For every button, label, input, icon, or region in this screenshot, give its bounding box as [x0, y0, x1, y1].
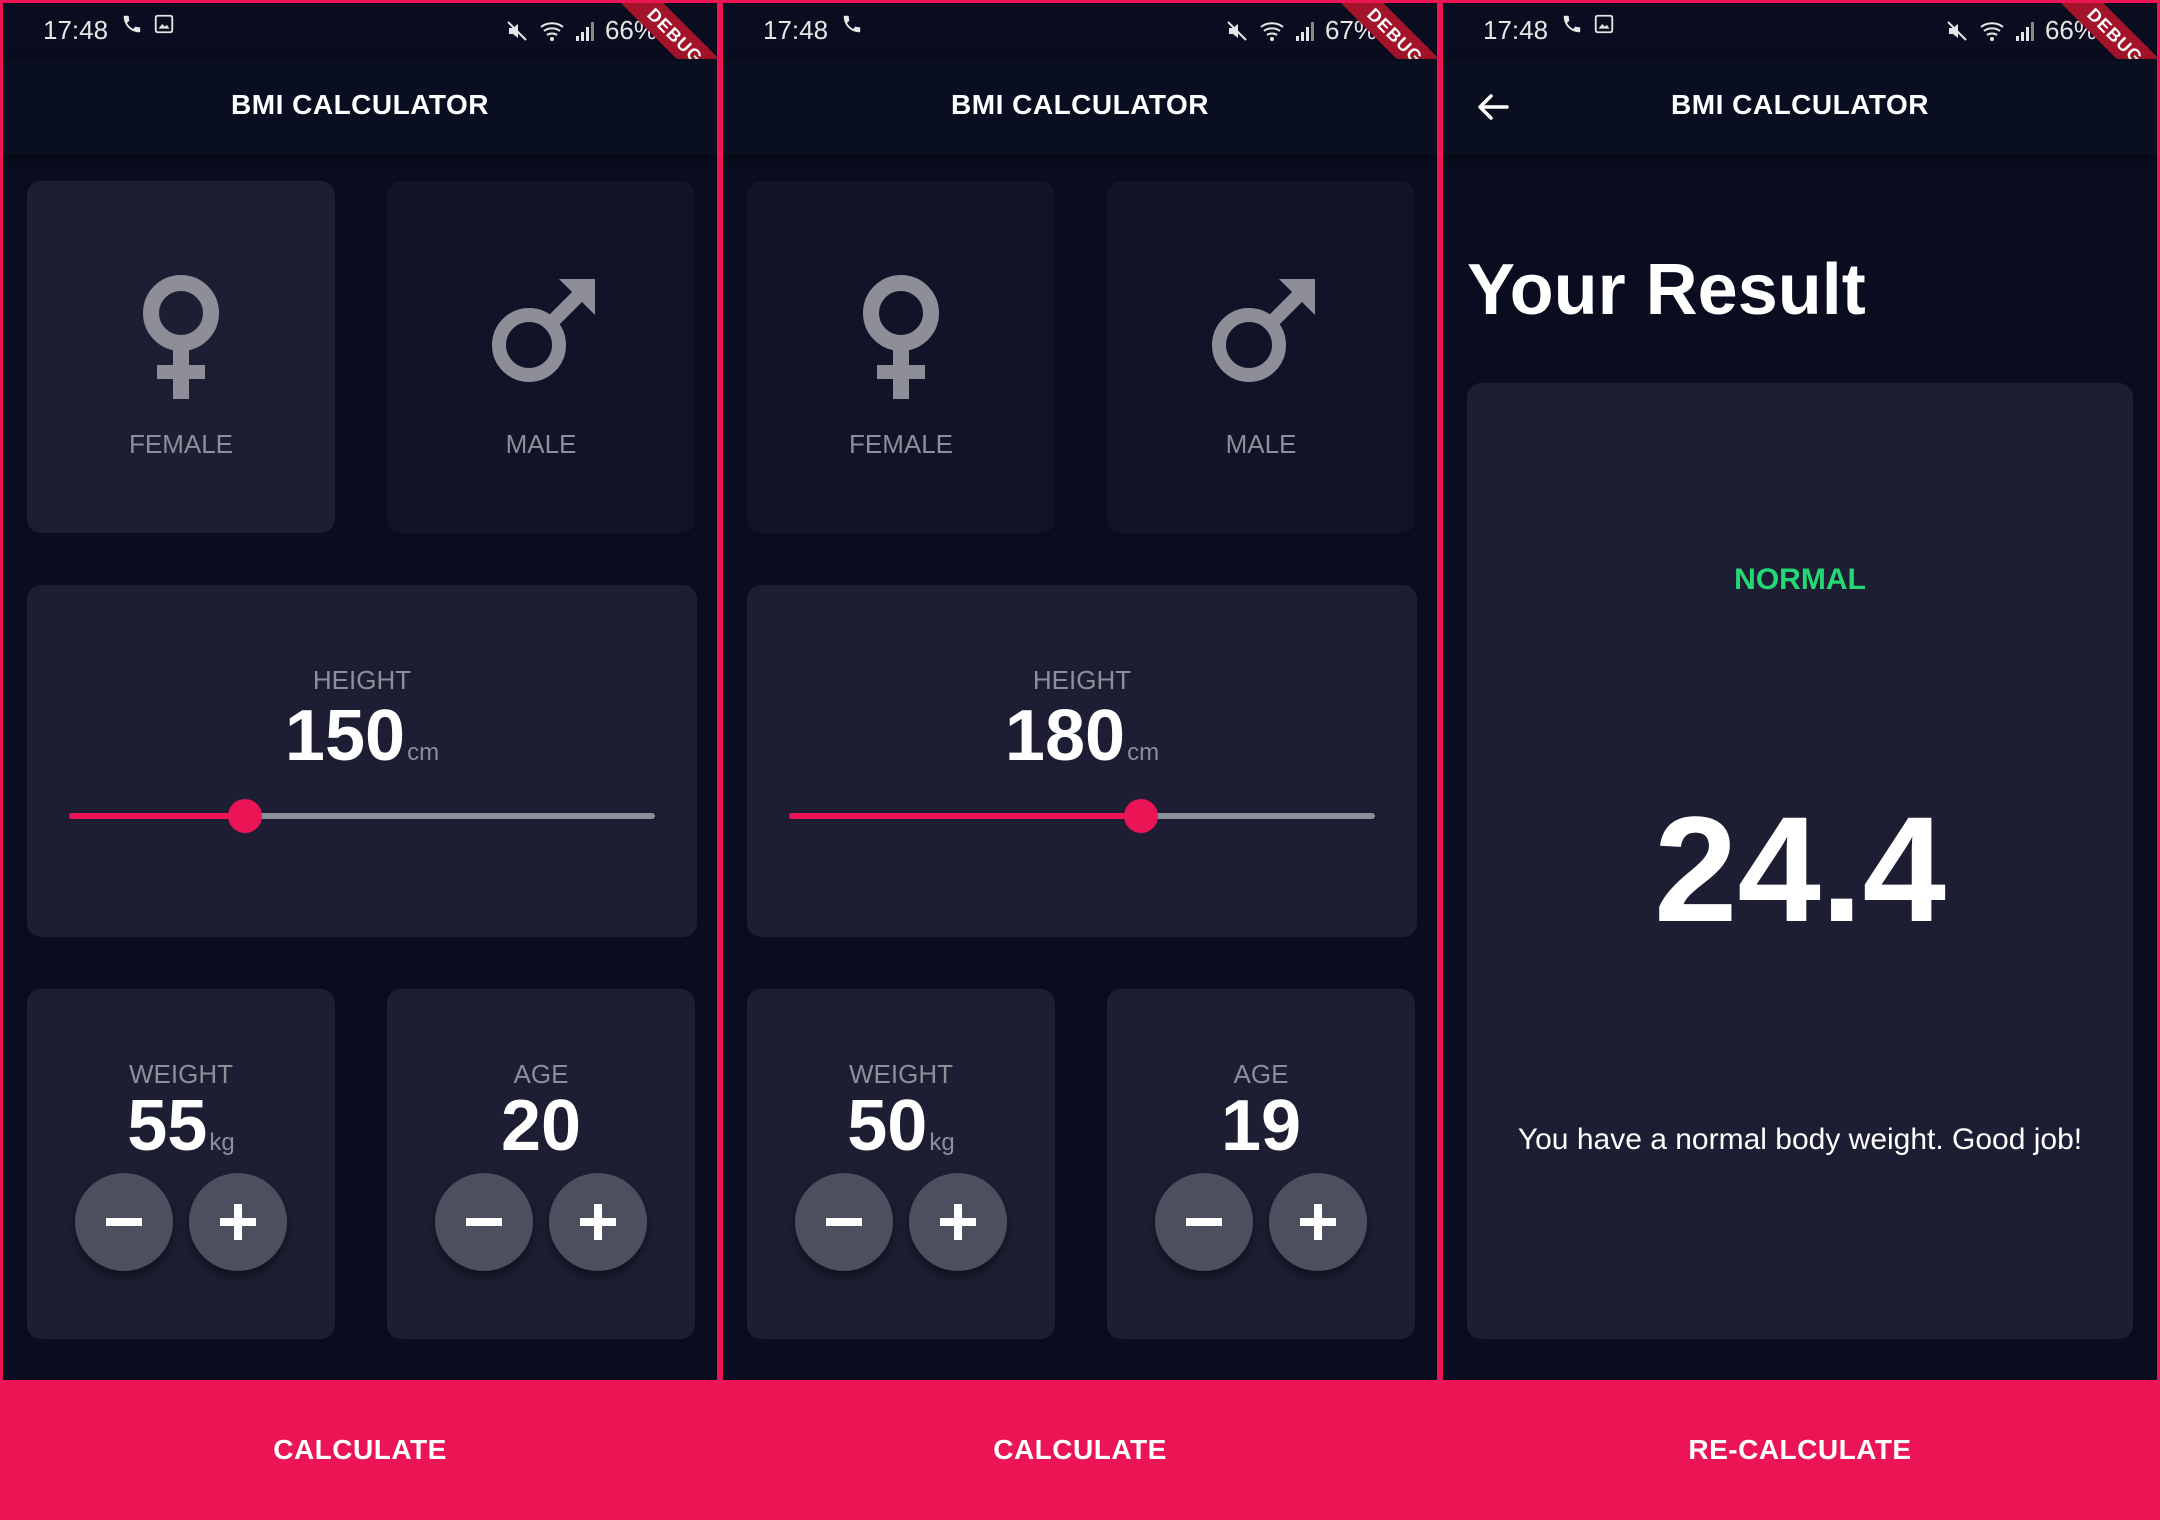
height-label: HEIGHT [1032, 665, 1132, 695]
app-bar: BMI CALCULATOR [3, 59, 717, 155]
screen-input-2: 17:48 67% DEBUG BMI CALCULATOR FEMALE MA… [720, 0, 1440, 1520]
plus-icon [1300, 1204, 1336, 1240]
mute-icon [507, 20, 527, 41]
female-icon [863, 275, 939, 399]
age-minus-button[interactable] [1155, 1173, 1253, 1271]
minus-icon [826, 1218, 862, 1226]
image-icon [154, 14, 174, 34]
signal-icon [1295, 21, 1314, 41]
height-value: 180 [1004, 696, 1126, 776]
wifi-icon [1980, 21, 2004, 41]
age-value: 19 [1220, 1086, 1302, 1166]
app-title: BMI CALCULATOR [231, 89, 489, 120]
male-card[interactable]: MALE [1107, 181, 1415, 533]
weight-unit: kg [929, 1129, 955, 1156]
status-time: 17:48 [1483, 15, 1549, 45]
height-card: HEIGHT 150cm [27, 585, 697, 937]
status-bar: 17:48 67% [723, 3, 1437, 59]
weight-unit: kg [209, 1129, 235, 1156]
signal-icon [575, 21, 594, 41]
image-icon [1594, 14, 1614, 34]
phone-icon [843, 15, 861, 33]
female-icon [143, 275, 219, 399]
male-icon [492, 279, 595, 382]
male-label: MALE [505, 429, 577, 459]
mute-icon [1947, 20, 1967, 41]
wifi-icon [540, 21, 564, 41]
age-value: 20 [500, 1086, 582, 1166]
age-card: AGE 19 [1107, 989, 1415, 1339]
mute-icon [1227, 20, 1247, 41]
status-bar: 17:48 66% [1443, 3, 2157, 59]
minus-icon [466, 1218, 502, 1226]
calculate-button[interactable]: CALCULATE [723, 1380, 1437, 1520]
height-unit: cm [1127, 739, 1160, 766]
plus-icon [580, 1204, 616, 1240]
height-slider-thumb[interactable] [227, 799, 262, 833]
result-card: NORMAL 24.4 You have a normal body weigh… [1467, 383, 2133, 1339]
signal-icon [2015, 21, 2034, 41]
male-icon [1212, 279, 1315, 382]
weight-value: 50 [847, 1086, 928, 1166]
phone-icon [1563, 15, 1581, 33]
weight-plus-button[interactable] [189, 1173, 287, 1271]
app-bar: BMI CALCULATOR [1443, 59, 2157, 155]
bmi-value: 24.4 [1654, 785, 1946, 953]
height-slider[interactable] [69, 799, 655, 833]
male-label: MALE [1225, 429, 1297, 459]
app-title: BMI CALCULATOR [1671, 89, 1929, 120]
result-message: You have a normal body weight. Good job! [1517, 1123, 2083, 1156]
result-heading: Your Result [1467, 250, 1866, 330]
weight-plus-button[interactable] [909, 1173, 1007, 1271]
minus-icon [106, 1218, 142, 1226]
calculate-button[interactable]: CALCULATE [3, 1380, 717, 1520]
app-title: BMI CALCULATOR [951, 89, 1209, 120]
female-label: FEMALE [848, 429, 954, 459]
height-slider-fill [789, 813, 1141, 819]
height-slider-fill [69, 813, 245, 819]
phone-icon [123, 15, 141, 33]
female-card[interactable]: FEMALE [27, 181, 335, 533]
female-card[interactable]: FEMALE [747, 181, 1055, 533]
height-slider[interactable] [789, 799, 1375, 833]
female-label: FEMALE [128, 429, 234, 459]
wifi-icon [1260, 21, 1284, 41]
age-card: AGE 20 [387, 989, 695, 1339]
status-time: 17:48 [763, 15, 829, 45]
status-bar: 17:48 66% [3, 3, 717, 59]
result-status: NORMAL [1734, 563, 1866, 596]
height-slider-thumb[interactable] [1123, 799, 1158, 833]
height-card: HEIGHT 180cm [747, 585, 1417, 937]
age-plus-button[interactable] [549, 1173, 647, 1271]
screen-input-1: 17:48 66% DEBUG BMI CALCULATOR FEMALE MA… [0, 0, 720, 1520]
age-plus-button[interactable] [1269, 1173, 1367, 1271]
male-card[interactable]: MALE [387, 181, 695, 533]
weight-card: WEIGHT 50kg [747, 989, 1055, 1339]
age-minus-button[interactable] [435, 1173, 533, 1271]
height-label: HEIGHT [312, 665, 412, 695]
plus-icon [940, 1204, 976, 1240]
app-bar: BMI CALCULATOR [723, 59, 1437, 155]
height-value: 150 [284, 696, 406, 776]
weight-card: WEIGHT 55kg [27, 989, 335, 1339]
weight-value: 55 [127, 1086, 208, 1166]
minus-icon [1186, 1218, 1222, 1226]
height-unit: cm [407, 739, 440, 766]
weight-minus-button[interactable] [795, 1173, 893, 1271]
screen-result: 17:48 66% DEBUG BMI CALCULATOR Your Resu… [1440, 0, 2160, 1520]
plus-icon [220, 1204, 256, 1240]
weight-minus-button[interactable] [75, 1173, 173, 1271]
status-time: 17:48 [43, 15, 109, 45]
recalculate-button[interactable]: RE-CALCULATE [1443, 1380, 2157, 1520]
